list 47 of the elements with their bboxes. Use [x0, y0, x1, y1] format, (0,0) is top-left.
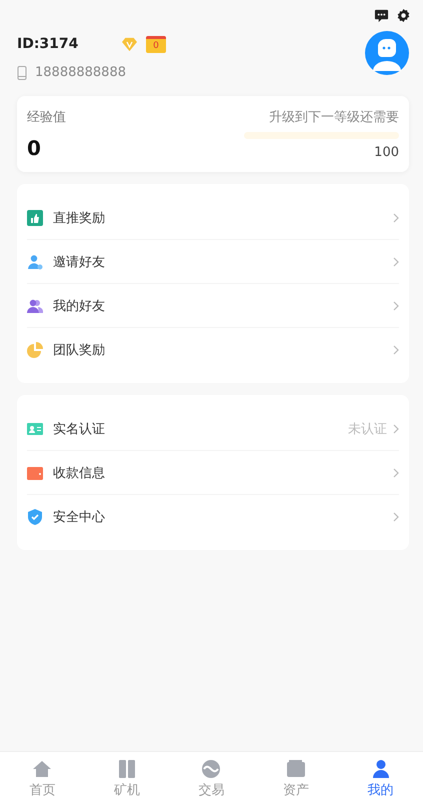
menu-label: 邀请好友 [53, 254, 106, 270]
tab[interactable]: 我的 [338, 752, 423, 806]
chevron-right-icon [393, 212, 399, 222]
experience-value: 0 [27, 136, 42, 160]
upgrade-label: 升级到下一等级还需要 [269, 109, 399, 126]
wave-circle-icon [201, 759, 222, 779]
menu-item[interactable]: 我的好友 [27, 284, 399, 328]
chevron-right-icon [393, 344, 399, 354]
status-text: 未认证 [348, 420, 387, 438]
id-card-icon [27, 420, 43, 436]
users-icon [27, 298, 43, 314]
target-value: 100 [374, 145, 399, 160]
pie-chart-icon [27, 342, 43, 358]
chevron-right-icon [393, 512, 399, 522]
menu-item[interactable]: 团队奖励 [27, 328, 399, 371]
menu-item[interactable]: 直推奖励 [27, 196, 399, 240]
settings-icon[interactable] [396, 8, 411, 23]
menu-item[interactable]: 收款信息 [27, 451, 399, 495]
menu-label: 收款信息 [53, 464, 106, 482]
avatar[interactable] [365, 31, 409, 75]
cabinet-icon [116, 759, 137, 779]
home-icon [32, 759, 52, 779]
phone-icon [17, 66, 27, 80]
chevron-right-icon [393, 256, 399, 266]
phone-number: 18888888888 [35, 65, 126, 80]
thumbs-up-icon [27, 210, 43, 226]
user-plus-icon [27, 254, 43, 270]
menu-label: 我的好友 [53, 298, 106, 314]
user-icon [370, 759, 391, 779]
crown-badge: 0 [146, 36, 166, 52]
menu-item[interactable]: 邀请好友 [27, 240, 399, 284]
menu-item[interactable]: 安全中心 [27, 495, 399, 538]
chevron-right-icon [393, 300, 399, 310]
menu-label: 安全中心 [53, 508, 106, 526]
wallet-icon [27, 464, 43, 480]
menu-item[interactable]: 实名认证 未认证 [27, 407, 399, 451]
menu-label: 实名认证 [53, 420, 106, 438]
menu-label: 直推奖励 [53, 210, 106, 226]
menu-label: 团队奖励 [53, 342, 106, 358]
diamond-icon [121, 36, 138, 52]
shield-check-icon [27, 508, 43, 524]
experience-label: 经验值 [27, 109, 66, 126]
chevron-right-icon [393, 468, 399, 478]
wallet-icon [286, 759, 306, 779]
message-icon[interactable] [374, 8, 389, 23]
chevron-right-icon [393, 424, 399, 434]
user-id: ID:3174 [17, 36, 80, 52]
